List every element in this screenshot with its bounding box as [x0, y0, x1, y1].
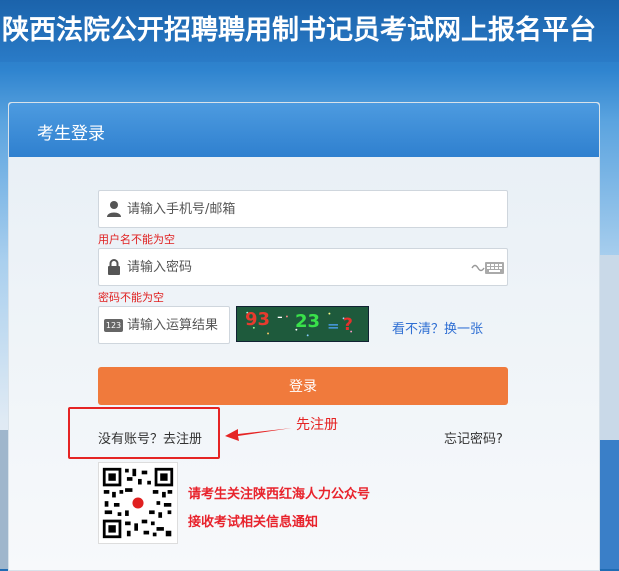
annotation-arrow — [225, 428, 292, 441]
background-building — [598, 440, 619, 569]
forgot-password-link[interactable]: 忘记密码? — [444, 428, 503, 447]
captcha-refresh-link[interactable]: 看不清？换一张 — [392, 318, 483, 337]
captcha-operator: - — [277, 307, 283, 326]
login-panel-title: 考生登录 — [37, 124, 105, 144]
password-field[interactable] — [98, 248, 508, 286]
captcha-number-a: 93 — [245, 309, 271, 330]
captcha-question: ? — [343, 315, 353, 335]
notice-line-1: 请考生关注陕西红海人力公众号 — [188, 487, 371, 502]
user-icon — [107, 201, 121, 217]
captcha-equals: = — [327, 317, 340, 335]
keyboard-icon[interactable] — [471, 260, 505, 276]
captcha-input[interactable] — [127, 307, 229, 343]
register-annotation: 先注册 — [296, 417, 338, 433]
username-field[interactable] — [98, 190, 508, 228]
background-building — [0, 430, 8, 569]
qr-code — [98, 462, 178, 544]
password-error: 密码不能为空 — [98, 291, 164, 304]
password-input[interactable] — [127, 249, 457, 285]
username-input[interactable] — [127, 191, 497, 227]
register-link[interactable]: 没有账号？去注册 — [98, 428, 202, 447]
login-panel-header: 考生登录 — [9, 103, 599, 157]
header-bar: 陕西法院公开招聘聘用制书记员考试网上报名平台 — [0, 0, 619, 62]
captcha-code-icon: 123 — [104, 319, 123, 332]
captcha-number-b: 23 — [295, 311, 321, 332]
captcha-image[interactable]: 93 - 23 = ? — [236, 306, 369, 342]
notice-line-2: 接收考试相关信息通知 — [188, 515, 319, 530]
username-error: 用户名不能为空 — [98, 233, 175, 246]
captcha-field[interactable]: 123 — [98, 306, 230, 344]
login-button[interactable]: 登录 — [98, 367, 508, 405]
site-title: 陕西法院公开招聘聘用制书记员考试网上报名平台 — [2, 15, 596, 46]
qr-code-pattern — [102, 467, 174, 539]
lock-icon — [108, 259, 120, 275]
